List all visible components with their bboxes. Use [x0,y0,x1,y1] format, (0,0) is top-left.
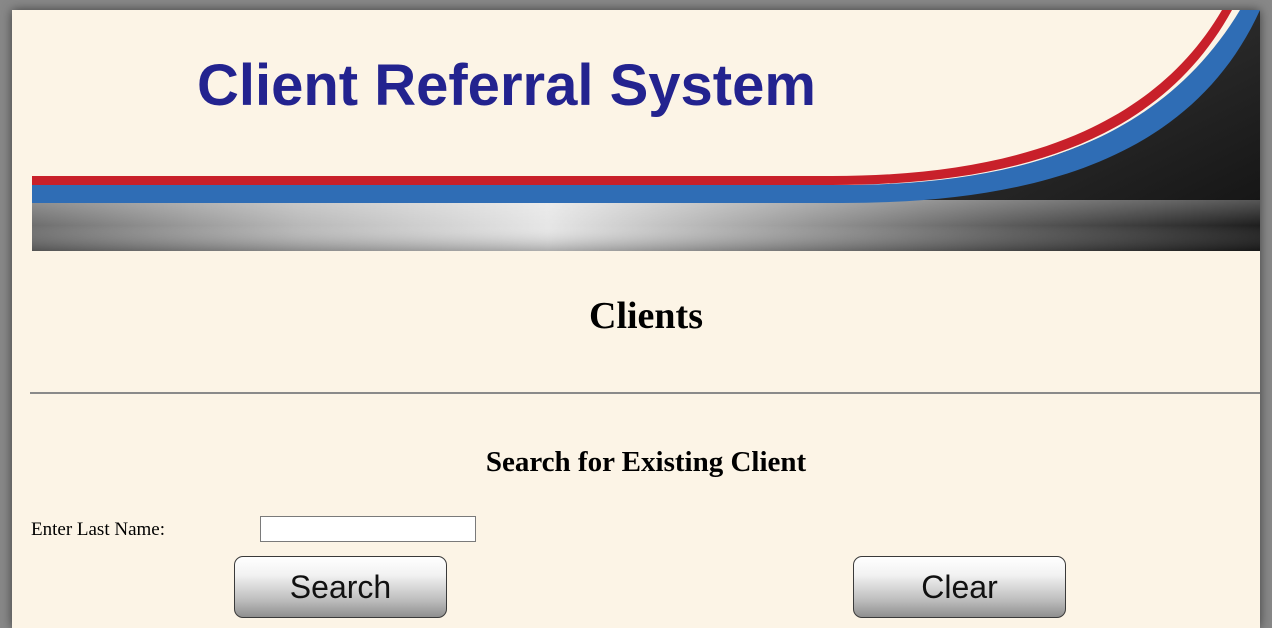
last-name-input[interactable] [260,516,476,542]
header-banner-graphic [12,10,1260,251]
page-title: Clients [589,295,703,337]
last-name-label: Enter Last Name: [31,519,166,540]
app-window: Client Referral System Clients Search fo… [12,10,1260,628]
clear-button[interactable]: Clear [853,556,1066,618]
search-button[interactable]: Search [234,556,447,618]
header-banner: Client Referral System [12,10,1260,251]
search-section-heading: Search for Existing Client [485,446,807,478]
app-title: Client Referral System [197,53,816,118]
section-divider [30,392,1260,394]
